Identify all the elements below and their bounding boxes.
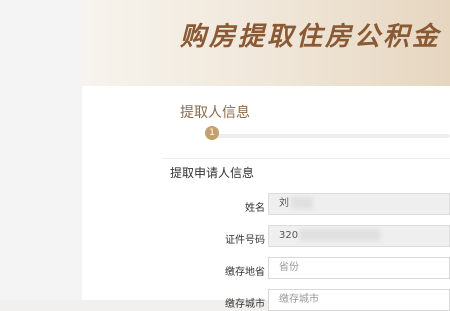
step-progress-line: [212, 134, 450, 138]
step-number-badge: 1: [205, 126, 219, 140]
left-strip: [0, 0, 82, 300]
province-field[interactable]: 省份: [268, 257, 450, 279]
name-label: 姓名: [245, 203, 265, 214]
id-number-value: 320: [279, 230, 299, 241]
id-number-label: 证件号码: [225, 235, 265, 246]
divider: [162, 158, 450, 159]
step-title: 提取人信息: [180, 105, 250, 121]
city-field[interactable]: 缴存城市: [268, 289, 450, 311]
redacted-blur: [291, 197, 313, 209]
form-panel: 提取人信息 1 提取申请人信息 姓名 刘 证件号码 320 缴存地省 省份 缴存…: [82, 86, 450, 311]
section-title: 提取申请人信息: [170, 166, 255, 180]
name-field[interactable]: 刘: [268, 193, 450, 215]
redacted-blur: [300, 229, 381, 241]
banner-title: 购房提取住房公积金: [180, 22, 442, 52]
province-placeholder: 省份: [279, 262, 299, 273]
id-number-field[interactable]: 320: [268, 225, 450, 247]
city-label: 缴存城市: [225, 299, 265, 310]
name-value: 刘: [279, 198, 289, 209]
page-banner: 购房提取住房公积金: [82, 0, 450, 86]
province-label: 缴存地省: [225, 267, 265, 278]
